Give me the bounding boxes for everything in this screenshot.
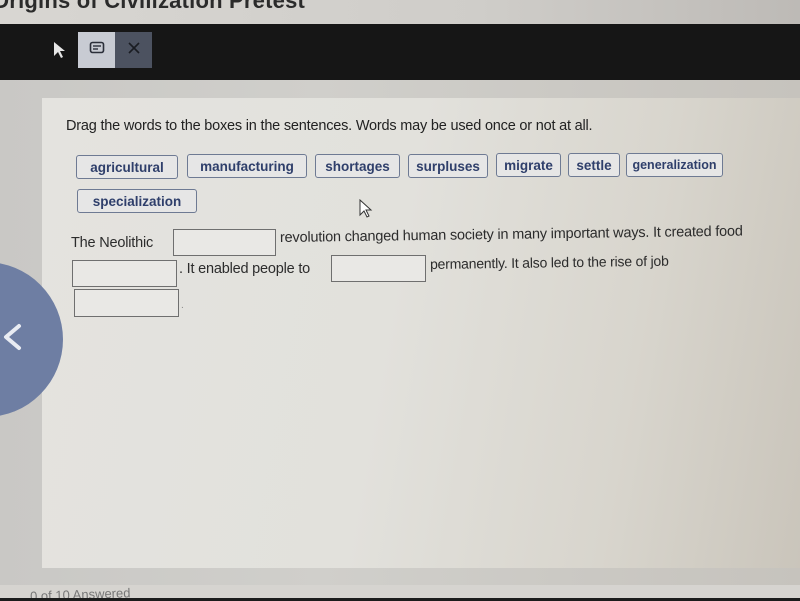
sentence-part-5: .	[181, 300, 184, 311]
word-tile-agricultural[interactable]: agricultural	[76, 155, 178, 179]
sentence-part-4: permanently. It also led to the rise of …	[429, 252, 669, 272]
arrow-pointer-icon[interactable]	[52, 40, 68, 60]
word-tile-migrate[interactable]: migrate	[496, 153, 561, 177]
word-tile-manufacturing[interactable]: manufacturing	[187, 154, 307, 178]
close-button[interactable]	[115, 32, 152, 68]
word-tile-generalization[interactable]: generalization	[626, 153, 723, 177]
word-tile-shortages[interactable]: shortages	[315, 154, 400, 178]
drop-box-4[interactable]	[74, 289, 179, 317]
word-tile-surpluses[interactable]: surpluses	[408, 154, 488, 178]
chevron-left-icon	[1, 322, 23, 357]
toolbar	[0, 24, 800, 80]
word-tile-settle[interactable]: settle	[568, 153, 620, 177]
note-button[interactable]	[78, 32, 115, 68]
page-title: Origins of Civilization Pretest	[0, 0, 306, 13]
note-icon	[89, 41, 105, 60]
title-strip: Origins of Civilization Pretest	[0, 0, 800, 26]
drop-box-1[interactable]	[173, 229, 276, 256]
drop-box-3[interactable]	[331, 255, 426, 282]
sentence-part-3: . It enabled people to	[179, 261, 311, 277]
drop-box-2[interactable]	[72, 260, 177, 287]
instructions-text: Drag the words to the boxes in the sente…	[66, 118, 593, 134]
sentence-part-1: The Neolithic	[71, 235, 154, 251]
close-icon	[127, 41, 141, 60]
mouse-cursor-icon	[358, 198, 374, 224]
word-tile-specialization[interactable]: specialization	[77, 189, 197, 213]
